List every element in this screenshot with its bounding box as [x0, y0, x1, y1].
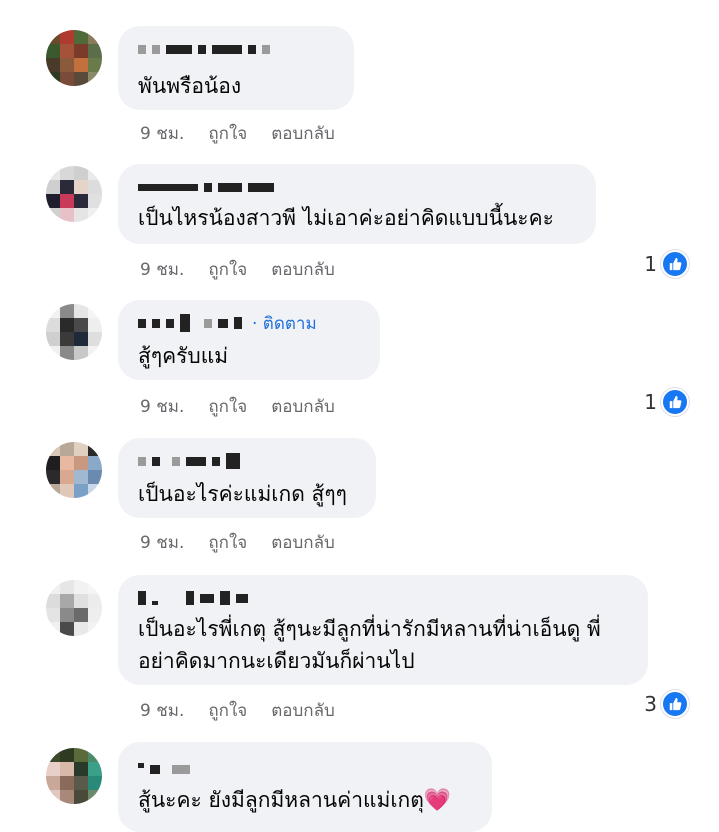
reply-button[interactable]: ตอบกลับ — [271, 120, 335, 147]
reply-button[interactable]: ตอบกลับ — [271, 393, 335, 420]
author-name-redacted[interactable] — [138, 452, 240, 470]
author-name-redacted[interactable]: · ติดตาม — [138, 314, 317, 334]
timestamp[interactable]: 9 ชม. — [140, 697, 184, 724]
comment-text: เป็นอะไรพี่เกตุ สู้ๆนะมีลูกที่น่ารักมีหล… — [138, 617, 601, 673]
comment-bubble: พันพรือน้อง — [118, 26, 354, 110]
comment-meta: 9 ชม. ถูกใจ ตอบกลับ — [140, 256, 335, 283]
comment-bubble: สู้นะคะ ยังมีลูกมีหลานค่าแม่เกตุ💗 — [118, 742, 492, 832]
follow-link[interactable]: · ติดตาม — [252, 310, 317, 337]
author-name-redacted[interactable] — [138, 178, 274, 196]
like-button[interactable]: ถูกใจ — [208, 697, 247, 724]
comment-meta: 9 ชม. ถูกใจ ตอบกลับ — [140, 697, 335, 724]
reply-button[interactable]: ตอบกลับ — [271, 256, 335, 283]
timestamp[interactable]: 9 ชม. — [140, 120, 184, 147]
comment-text: เป็นอะไรค่ะแม่เกด สู้ๆๆ — [138, 482, 347, 506]
like-button[interactable]: ถูกใจ — [208, 393, 247, 420]
comment-meta: 9 ชม. ถูกใจ ตอบกลับ — [140, 529, 335, 556]
timestamp[interactable]: 9 ชม. — [140, 256, 184, 283]
like-button[interactable]: ถูกใจ — [208, 529, 247, 556]
author-name-redacted[interactable] — [138, 760, 190, 778]
comment-bubble: เป็นไหรน้องสาวพี ไม่เอาค่ะอย่าคิดแบบนี้น… — [118, 164, 596, 244]
avatar[interactable] — [46, 442, 102, 498]
timestamp[interactable]: 9 ชม. — [140, 393, 184, 420]
like-button[interactable]: ถูกใจ — [208, 256, 247, 283]
heart-icon: 💗 — [423, 788, 452, 813]
reaction-count: 1 — [644, 390, 657, 414]
comment-text: พันพรือน้อง — [138, 74, 242, 98]
reaction-count: 1 — [644, 252, 657, 276]
reply-button[interactable]: ตอบกลับ — [271, 529, 335, 556]
avatar[interactable] — [46, 748, 102, 804]
like-icon — [661, 690, 689, 718]
avatar[interactable] — [46, 580, 102, 636]
comment-text: สู้นะคะ ยังมีลูกมีหลานค่าแม่เกตุ💗 — [138, 788, 452, 813]
author-name-redacted[interactable] — [138, 40, 270, 58]
reply-button[interactable]: ตอบกลับ — [271, 697, 335, 724]
comment-meta: 9 ชม. ถูกใจ ตอบกลับ — [140, 120, 335, 147]
reaction-summary[interactable]: 1 — [644, 250, 689, 278]
comment-bubble: เป็นอะไรค่ะแม่เกด สู้ๆๆ — [118, 438, 376, 518]
author-name-redacted[interactable] — [138, 589, 248, 607]
like-button[interactable]: ถูกใจ — [208, 120, 247, 147]
comment-bubble: เป็นอะไรพี่เกตุ สู้ๆนะมีลูกที่น่ารักมีหล… — [118, 575, 648, 685]
reaction-summary[interactable]: 3 — [644, 690, 689, 718]
avatar[interactable] — [46, 30, 102, 86]
comment-meta: 9 ชม. ถูกใจ ตอบกลับ — [140, 393, 335, 420]
like-icon — [661, 388, 689, 416]
timestamp[interactable]: 9 ชม. — [140, 529, 184, 556]
comment-text: สู้ๆครับแม่ — [138, 344, 229, 368]
reaction-summary[interactable]: 1 — [644, 388, 689, 416]
reaction-count: 3 — [644, 692, 657, 716]
avatar[interactable] — [46, 304, 102, 360]
avatar[interactable] — [46, 166, 102, 222]
comment-bubble: · ติดตาม สู้ๆครับแม่ — [118, 300, 380, 380]
comment-text: เป็นไหรน้องสาวพี ไม่เอาค่ะอย่าคิดแบบนี้น… — [138, 206, 554, 230]
like-icon — [661, 250, 689, 278]
